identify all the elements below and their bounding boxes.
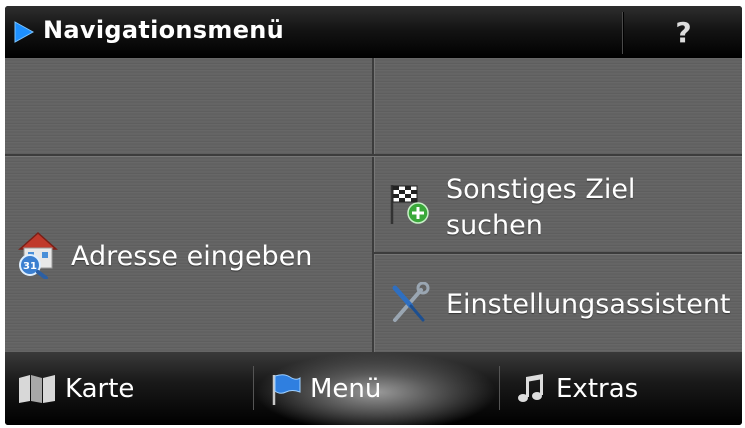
tab-map-label: Karte [65,373,135,404]
empty-tile-top-left [5,58,372,154]
search-other-target-label: Sonstiges Ziel suchen [446,172,635,244]
tab-menu[interactable]: Menü [254,352,498,425]
grid-right-divider [374,252,742,254]
page-title: Navigationsmenü [43,16,285,44]
empty-tile-top-right [374,58,742,154]
setup-assistant-label: Einstellungsassistent [446,289,731,320]
tools-icon [392,282,430,322]
svg-text:31: 31 [23,261,37,272]
tab-extras[interactable]: Extras [500,352,742,425]
grid-horizontal-divider [5,154,742,156]
title-bar: Navigationsmenü ? [5,6,742,58]
search-other-target-label-line1: Sonstiges Ziel [446,174,636,205]
tab-map[interactable]: Karte [5,352,252,425]
setup-assistant-button[interactable]: Einstellungsassistent [374,254,742,352]
title-divider [622,12,623,54]
search-other-target-label-line2: suchen [446,210,543,241]
tab-menu-label: Menü [310,373,382,404]
house-search-icon: 31 [18,231,58,279]
music-note-icon [518,373,543,402]
checkered-flag-add-icon [390,185,429,224]
help-button[interactable]: ? [625,6,742,58]
map-icon [19,374,55,403]
play-arrow-icon [14,21,35,43]
enter-address-label: Adresse eingeben [71,241,313,272]
navigation-screen: Navigationsmenü ? 31 Adresse eingeben So… [5,6,742,425]
enter-address-button[interactable]: 31 Adresse eingeben [5,156,372,352]
tab-extras-label: Extras [556,373,639,404]
flag-icon [272,373,301,405]
menu-grid: 31 Adresse eingeben Sonstiges Ziel suche… [5,58,742,352]
search-other-target-button[interactable]: Sonstiges Ziel suchen [374,156,742,252]
grid-vertical-divider [372,58,374,352]
bottom-tab-bar: Karte Menü Extras [5,352,742,425]
